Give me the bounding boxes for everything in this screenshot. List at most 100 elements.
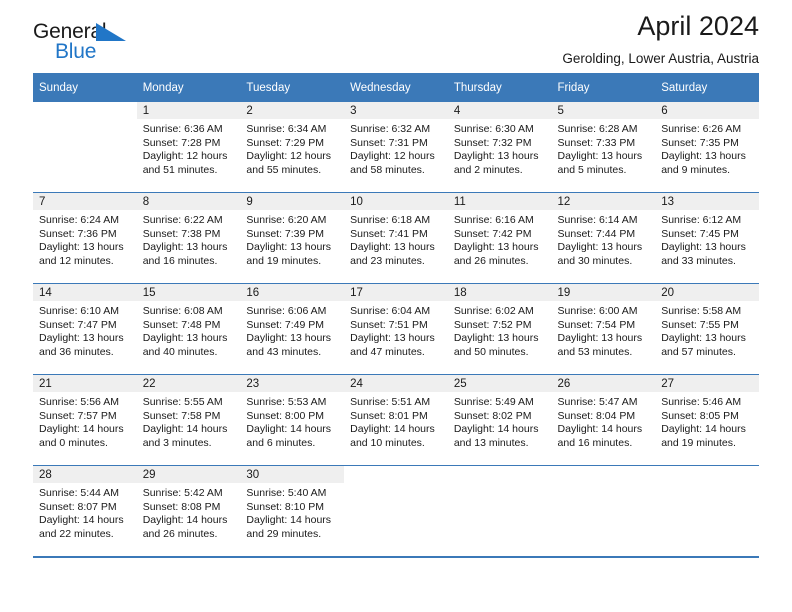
day-details: Sunrise: 5:46 AM Sunset: 8:05 PM Daylight:…: [655, 392, 759, 450]
calendar-day-cell[interactable]: 3 Sunrise: 6:32 AM Sunset: 7:31 PM Daylight…: [344, 102, 448, 193]
sunset-text: Sunset: 8:05 PM: [661, 409, 739, 422]
day-cell-inner: [655, 466, 759, 556]
daylight-text-line2: and 55 minutes.: [246, 163, 322, 176]
day-number: 19: [551, 284, 656, 301]
day-cell-inner: 8 Sunrise: 6:22 AM Sunset: 7:38 PM Daylight…: [136, 193, 241, 283]
sunset-text: Sunset: 8:08 PM: [142, 500, 221, 513]
day-cell-inner: 13 Sunrise: 6:12 AM Sunset: 7:45 PM Dayligh…: [655, 193, 759, 283]
calendar-day-cell[interactable]: 10 Sunrise: 6:18 AM Sunset: 7:41 PM Dayligh…: [344, 193, 448, 284]
calendar-day-cell[interactable]: 24 Sunrise: 5:51 AM Sunset: 8:01 PM Dayligh…: [344, 375, 448, 466]
daylight-text-line1: Daylight: 13 hours: [453, 150, 539, 163]
calendar-day-cell[interactable]: 18 Sunrise: 6:02 AM Sunset: 7:52 PM Dayligh…: [447, 284, 552, 375]
weekday-header-wednesday: Wednesday: [344, 73, 448, 102]
day-number: 13: [655, 193, 759, 210]
calendar-day-cell[interactable]: 21 Sunrise: 5:56 AM Sunset: 7:57 PM Dayligh…: [33, 375, 137, 466]
day-cell-inner: 2 Sunrise: 6:34 AM Sunset: 7:29 PM Daylight…: [240, 102, 345, 192]
day-details: Sunrise: 6:14 AM Sunset: 7:44 PM Daylight:…: [552, 210, 656, 268]
sunrise-text: Sunrise: 6:28 AM: [557, 123, 638, 135]
sunset-text: Sunset: 7:51 PM: [350, 318, 428, 331]
daylight-text-line1: Daylight: 14 hours: [557, 423, 643, 436]
day-number: 30: [240, 466, 345, 483]
calendar-day-cell[interactable]: 7 Sunrise: 6:24 AM Sunset: 7:36 PM Daylight…: [33, 193, 137, 284]
daylight-text-line2: and 16 minutes.: [142, 254, 218, 267]
daylight-text-line1: Daylight: 13 hours: [453, 332, 539, 345]
daylight-text-line1: Daylight: 14 hours: [246, 423, 332, 436]
calendar-day-cell[interactable]: 16 Sunrise: 6:06 AM Sunset: 7:49 PM Dayligh…: [240, 284, 345, 375]
calendar-day-cell[interactable]: 19 Sunrise: 6:00 AM Sunset: 7:54 PM Dayligh…: [551, 284, 656, 375]
calendar-day-cell[interactable]: 23 Sunrise: 5:53 AM Sunset: 8:00 PM Dayligh…: [240, 375, 345, 466]
sunrise-text: Sunrise: 5:55 AM: [142, 396, 223, 408]
daylight-text-line1: Daylight: 13 hours: [142, 241, 228, 254]
calendar-day-cell[interactable]: 14 Sunrise: 6:10 AM Sunset: 7:47 PM Dayligh…: [33, 284, 137, 375]
calendar-day-cell[interactable]: 17 Sunrise: 6:04 AM Sunset: 7:51 PM Dayligh…: [344, 284, 448, 375]
sunset-text: Sunset: 7:41 PM: [350, 227, 428, 240]
daylight-text-line2: and 30 minutes.: [557, 254, 633, 267]
sunrise-text: Sunrise: 6:10 AM: [39, 305, 119, 317]
day-cell-inner: 20 Sunrise: 5:58 AM Sunset: 7:55 PM Dayligh…: [655, 284, 759, 374]
daylight-text-line2: and 3 minutes.: [142, 436, 212, 449]
day-number: 3: [344, 102, 448, 119]
calendar-day-cell[interactable]: 15 Sunrise: 6:08 AM Sunset: 7:48 PM Dayligh…: [136, 284, 241, 375]
daylight-text-line2: and 51 minutes.: [142, 163, 218, 176]
sunrise-text: Sunrise: 6:32 AM: [350, 123, 431, 135]
calendar-day-cell[interactable]: 27 Sunrise: 5:46 AM Sunset: 8:05 PM Dayligh…: [655, 375, 759, 466]
day-cell-inner: 28 Sunrise: 5:44 AM Sunset: 8:07 PM Dayligh…: [33, 466, 137, 556]
daylight-text-line2: and 26 minutes.: [142, 527, 218, 540]
daylight-text-line1: Daylight: 14 hours: [142, 423, 228, 436]
daylight-text-line1: Daylight: 13 hours: [557, 150, 643, 163]
daylight-text-line2: and 9 minutes.: [661, 163, 731, 176]
calendar-page: General Blue April 2024 Gerolding, Lower…: [0, 0, 792, 612]
calendar-day-cell[interactable]: 22 Sunrise: 5:55 AM Sunset: 7:58 PM Dayligh…: [136, 375, 241, 466]
day-details: Sunrise: 6:22 AM Sunset: 7:38 PM Daylight:…: [137, 210, 241, 268]
sunrise-text: Sunrise: 6:16 AM: [453, 214, 534, 226]
day-number: 14: [33, 284, 137, 301]
sunset-text: Sunset: 7:54 PM: [557, 318, 636, 331]
brand-logo[interactable]: General Blue: [33, 20, 233, 66]
daylight-text-line1: Daylight: 14 hours: [246, 514, 332, 527]
calendar-day-cell[interactable]: 29 Sunrise: 5:42 AM Sunset: 8:08 PM Dayligh…: [136, 466, 241, 557]
daylight-text-line2: and 12 minutes.: [39, 254, 114, 267]
calendar-day-cell[interactable]: 26 Sunrise: 5:47 AM Sunset: 8:04 PM Dayligh…: [551, 375, 656, 466]
calendar-day-cell[interactable]: 20 Sunrise: 5:58 AM Sunset: 7:55 PM Dayligh…: [655, 284, 759, 375]
daylight-text-line1: Daylight: 14 hours: [39, 514, 124, 527]
sunrise-text: Sunrise: 6:18 AM: [350, 214, 431, 226]
calendar-day-cell[interactable]: 12 Sunrise: 6:14 AM Sunset: 7:44 PM Dayligh…: [551, 193, 656, 284]
calendar-day-cell[interactable]: 9 Sunrise: 6:20 AM Sunset: 7:39 PM Daylight…: [240, 193, 345, 284]
sunset-text: Sunset: 7:36 PM: [39, 227, 117, 240]
calendar-day-cell[interactable]: 8 Sunrise: 6:22 AM Sunset: 7:38 PM Daylight…: [136, 193, 241, 284]
day-cell-inner: 19 Sunrise: 6:00 AM Sunset: 7:54 PM Dayligh…: [551, 284, 656, 374]
calendar-day-cell-empty: [552, 466, 656, 557]
location-subtitle: Gerolding, Lower Austria, Austria: [562, 51, 759, 66]
calendar-day-cell[interactable]: 11 Sunrise: 6:16 AM Sunset: 7:42 PM Dayligh…: [447, 193, 552, 284]
day-number: 5: [551, 102, 656, 119]
day-cell-inner: 6 Sunrise: 6:26 AM Sunset: 7:35 PM Daylight…: [655, 102, 759, 192]
calendar-day-cell[interactable]: 4 Sunrise: 6:30 AM Sunset: 7:32 PM Daylight…: [447, 102, 552, 193]
day-number: 11: [447, 193, 552, 210]
sunset-text: Sunset: 8:10 PM: [246, 500, 325, 513]
sunrise-text: Sunrise: 6:24 AM: [39, 214, 119, 226]
calendar-header-row: Sunday Monday Tuesday Wednesday Thursday…: [33, 73, 759, 102]
day-cell-inner: 30 Sunrise: 5:40 AM Sunset: 8:10 PM Dayligh…: [240, 466, 345, 556]
calendar-day-cell[interactable]: 28 Sunrise: 5:44 AM Sunset: 8:07 PM Dayligh…: [33, 466, 137, 557]
calendar-day-cell[interactable]: 1 Sunrise: 6:36 AM Sunset: 7:28 PM Daylight…: [136, 102, 241, 193]
day-number: 12: [551, 193, 656, 210]
day-cell-inner: 3 Sunrise: 6:32 AM Sunset: 7:31 PM Daylight…: [344, 102, 448, 192]
daylight-text-line1: Daylight: 13 hours: [142, 332, 228, 345]
daylight-text-line2: and 13 minutes.: [453, 436, 529, 449]
calendar-day-cell[interactable]: 5 Sunrise: 6:28 AM Sunset: 7:33 PM Daylight…: [551, 102, 656, 193]
calendar-day-cell[interactable]: 30 Sunrise: 5:40 AM Sunset: 8:10 PM Dayligh…: [240, 466, 345, 557]
sunrise-text: Sunrise: 5:49 AM: [453, 396, 534, 408]
day-number: 6: [655, 102, 759, 119]
calendar-day-cell[interactable]: 13 Sunrise: 6:12 AM Sunset: 7:45 PM Dayligh…: [655, 193, 759, 284]
daylight-text-line1: Daylight: 13 hours: [350, 241, 435, 254]
sunset-text: Sunset: 8:01 PM: [350, 409, 428, 422]
weekday-header-monday: Monday: [136, 73, 241, 102]
calendar-day-cell[interactable]: 2 Sunrise: 6:34 AM Sunset: 7:29 PM Daylight…: [240, 102, 345, 193]
calendar-day-cell[interactable]: 25 Sunrise: 5:49 AM Sunset: 8:02 PM Dayligh…: [447, 375, 552, 466]
day-details: Sunrise: 6:24 AM Sunset: 7:36 PM Daylight:…: [33, 210, 137, 268]
day-number: 8: [136, 193, 241, 210]
calendar-day-cell[interactable]: 6 Sunrise: 6:26 AM Sunset: 7:35 PM Daylight…: [655, 102, 759, 193]
day-cell-inner: 27 Sunrise: 5:46 AM Sunset: 8:05 PM Dayligh…: [655, 375, 759, 465]
calendar-day-cell-empty: [655, 466, 759, 557]
daylight-text-line1: Daylight: 13 hours: [661, 150, 746, 163]
